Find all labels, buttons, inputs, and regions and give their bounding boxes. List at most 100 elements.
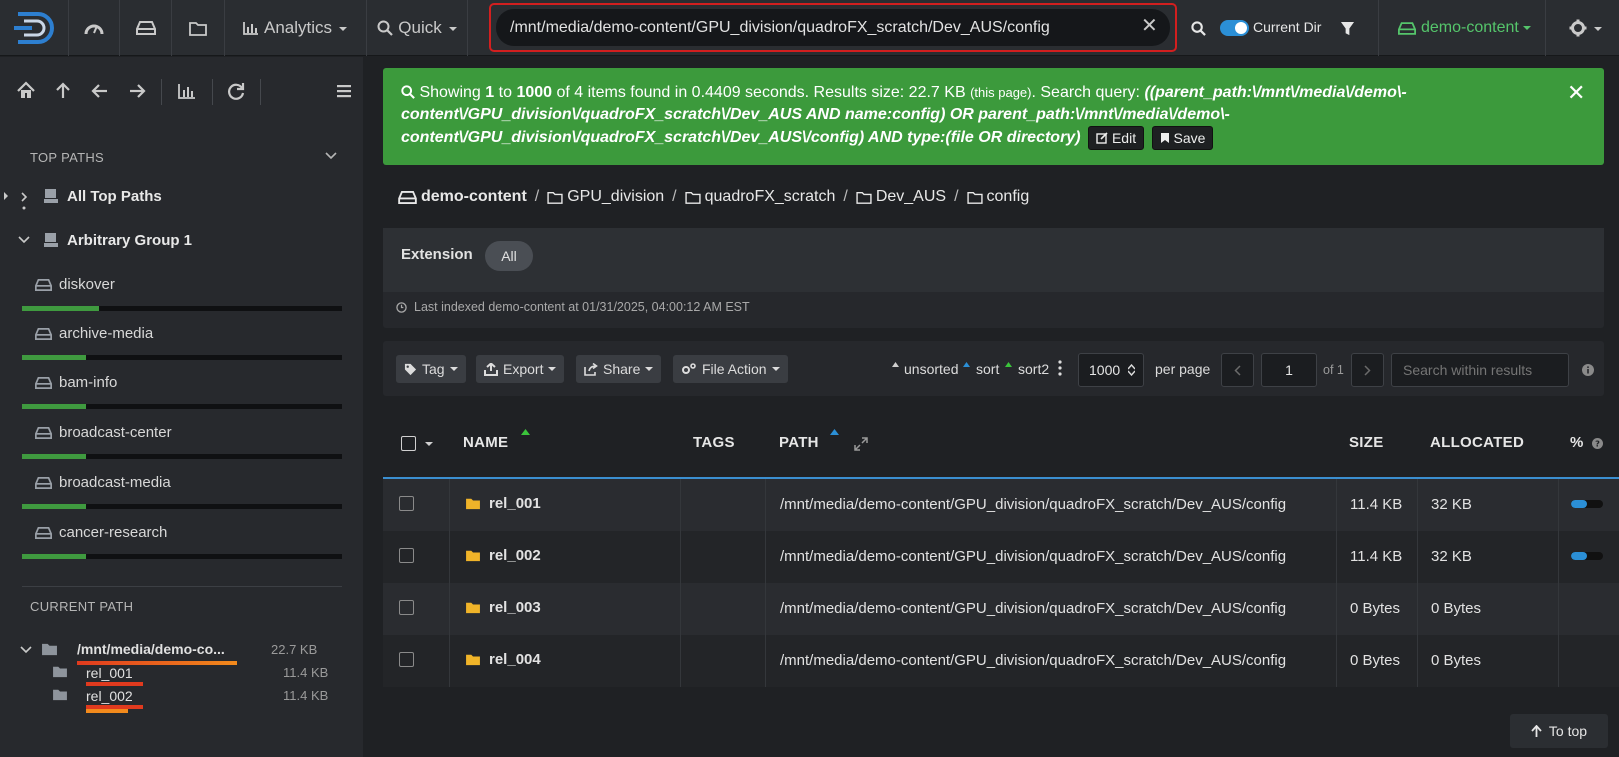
sidebar-item-broadcast-center[interactable]: broadcast-center (35, 424, 172, 441)
current-child-label[interactable]: rel_002 (86, 688, 133, 704)
breadcrumb-item[interactable]: config (966, 188, 1030, 206)
extension-chip-all[interactable]: All (485, 241, 533, 271)
drive-icon (35, 526, 52, 539)
folder-icon (53, 689, 67, 701)
row-checkbox[interactable] (399, 600, 414, 615)
row-checkbox[interactable] (399, 496, 414, 511)
bookmark-icon (1160, 133, 1169, 143)
group-label[interactable]: Arbitrary Group 1 (67, 232, 192, 249)
chevron-down-icon[interactable] (325, 152, 337, 160)
sort-link[interactable]: sort (976, 361, 999, 377)
usage-bar-fill (22, 454, 86, 459)
save-query-button[interactable]: Save (1151, 126, 1214, 150)
chevron-down-icon[interactable] (425, 442, 433, 446)
filter-button[interactable] (1333, 0, 1361, 56)
page-input[interactable]: 1 (1261, 353, 1317, 387)
column-header-allocated[interactable]: ALLOCATED (1430, 434, 1524, 451)
row-path[interactable]: /mnt/media/demo-content/GPU_division/qua… (780, 600, 1286, 617)
more-vertical-icon[interactable] (1058, 360, 1062, 376)
row-path[interactable]: /mnt/media/demo-content/GPU_division/qua… (780, 548, 1286, 565)
table-row[interactable]: rel_003 /mnt/media/demo-content/GPU_divi… (383, 583, 1619, 635)
breadcrumb-root[interactable]: demo-content (398, 188, 527, 206)
edit-query-button[interactable]: Edit (1087, 126, 1145, 150)
folder-icon (466, 654, 480, 666)
row-name[interactable]: rel_002 (465, 547, 541, 564)
sort-caret-icon (963, 362, 970, 367)
breadcrumb-label: config (986, 188, 1030, 205)
to-top-button[interactable]: To top (1510, 714, 1608, 748)
analytics-menu[interactable]: Analytics (225, 0, 365, 56)
row-name[interactable]: rel_001 (465, 495, 541, 512)
row-path[interactable]: /mnt/media/demo-content/GPU_division/qua… (780, 652, 1286, 669)
table-row[interactable]: rel_004 /mnt/media/demo-content/GPU_divi… (383, 635, 1619, 687)
bar-chart-icon[interactable] (176, 80, 198, 102)
column-header-tags[interactable]: TAGS (693, 434, 735, 451)
row-path[interactable]: /mnt/media/demo-content/GPU_division/qua… (780, 496, 1286, 513)
menu-icon[interactable] (334, 80, 356, 102)
row-name[interactable]: rel_003 (465, 599, 541, 616)
sidebar-item-broadcast-media[interactable]: broadcast-media (35, 474, 171, 491)
export-button[interactable]: Export (476, 355, 565, 383)
refresh-icon[interactable] (225, 80, 247, 102)
breadcrumb-item[interactable]: GPU_division (547, 188, 664, 206)
chevron-down-icon[interactable] (20, 646, 32, 654)
arrow-right-icon[interactable] (126, 80, 148, 102)
sidebar-item-cancer-research[interactable]: cancer-research (35, 524, 167, 541)
column-header-size[interactable]: SIZE (1349, 434, 1384, 451)
folder-icon (189, 21, 207, 36)
current-path-label[interactable]: /mnt/media/demo-co... (77, 641, 225, 657)
sort2-link[interactable]: sort2 (1018, 361, 1049, 377)
current-child-label[interactable]: rel_001 (86, 665, 133, 681)
quick-menu[interactable]: Quick (367, 0, 467, 56)
caret-right-icon[interactable] (3, 192, 9, 200)
arrow-left-icon[interactable] (89, 80, 111, 102)
usage-bar-fill (22, 404, 86, 409)
row-checkbox[interactable] (399, 652, 414, 667)
file-browser-button[interactable] (172, 0, 224, 56)
breadcrumb-item[interactable]: quadroFX_scratch (684, 188, 835, 206)
chevron-down-icon[interactable] (18, 236, 30, 244)
column-header-name[interactable]: NAME (463, 434, 508, 451)
row-name[interactable]: rel_004 (465, 651, 541, 668)
unsorted-link[interactable]: unsorted (904, 361, 958, 377)
dashboard-button[interactable] (69, 0, 119, 56)
chevron-down-icon (645, 367, 654, 371)
prev-page-button[interactable] (1221, 353, 1254, 387)
sidebar-item-bam-info[interactable]: bam-info (35, 374, 117, 391)
table-row[interactable]: rel_001 /mnt/media/demo-content/GPU_divi… (383, 479, 1619, 531)
settings-menu[interactable] (1560, 0, 1610, 56)
home-icon[interactable] (15, 80, 37, 102)
help-icon[interactable]: ? (1592, 438, 1603, 449)
range-to: 1000 (516, 84, 553, 101)
diskover-logo[interactable] (12, 10, 58, 46)
sidebar-item-diskover[interactable]: diskover (35, 276, 115, 293)
share-button[interactable]: Share (576, 355, 662, 383)
tag-button[interactable]: Tag (396, 355, 466, 383)
column-header-percent[interactable]: % (1570, 434, 1584, 451)
next-page-button[interactable] (1351, 353, 1384, 387)
cogs-icon (682, 363, 696, 374)
workspace-menu[interactable]: demo-content (1398, 0, 1531, 56)
search-button[interactable] (1184, 0, 1212, 56)
expand-icon[interactable] (854, 437, 868, 451)
close-icon[interactable]: ✕ (1567, 82, 1585, 104)
close-icon[interactable]: ✕ (1141, 15, 1158, 37)
search-within-results-input[interactable] (1391, 353, 1569, 387)
breadcrumb-item[interactable]: Dev_AUS (856, 188, 946, 206)
file-action-button[interactable]: File Action (673, 355, 788, 383)
current-dir-toggle[interactable] (1220, 20, 1249, 36)
chevron-down-icon (1522, 26, 1531, 30)
row-checkbox[interactable] (399, 548, 414, 563)
sidebar-item-label: bam-info (59, 374, 118, 391)
per-page-select[interactable]: 1000 (1078, 353, 1144, 387)
info-icon[interactable] (1582, 364, 1594, 376)
column-header-path[interactable]: PATH (779, 434, 819, 451)
storage-button[interactable] (120, 0, 171, 56)
select-all-checkbox[interactable] (401, 436, 416, 451)
chevron-right-icon[interactable] (20, 190, 28, 212)
arrow-up-icon[interactable] (52, 80, 74, 102)
table-row[interactable]: rel_002 /mnt/media/demo-content/GPU_divi… (383, 531, 1619, 583)
all-top-paths-label[interactable]: All Top Paths (67, 188, 162, 205)
path-search-input[interactable] (496, 9, 1170, 46)
sidebar-item-archive-media[interactable]: archive-media (35, 325, 153, 342)
